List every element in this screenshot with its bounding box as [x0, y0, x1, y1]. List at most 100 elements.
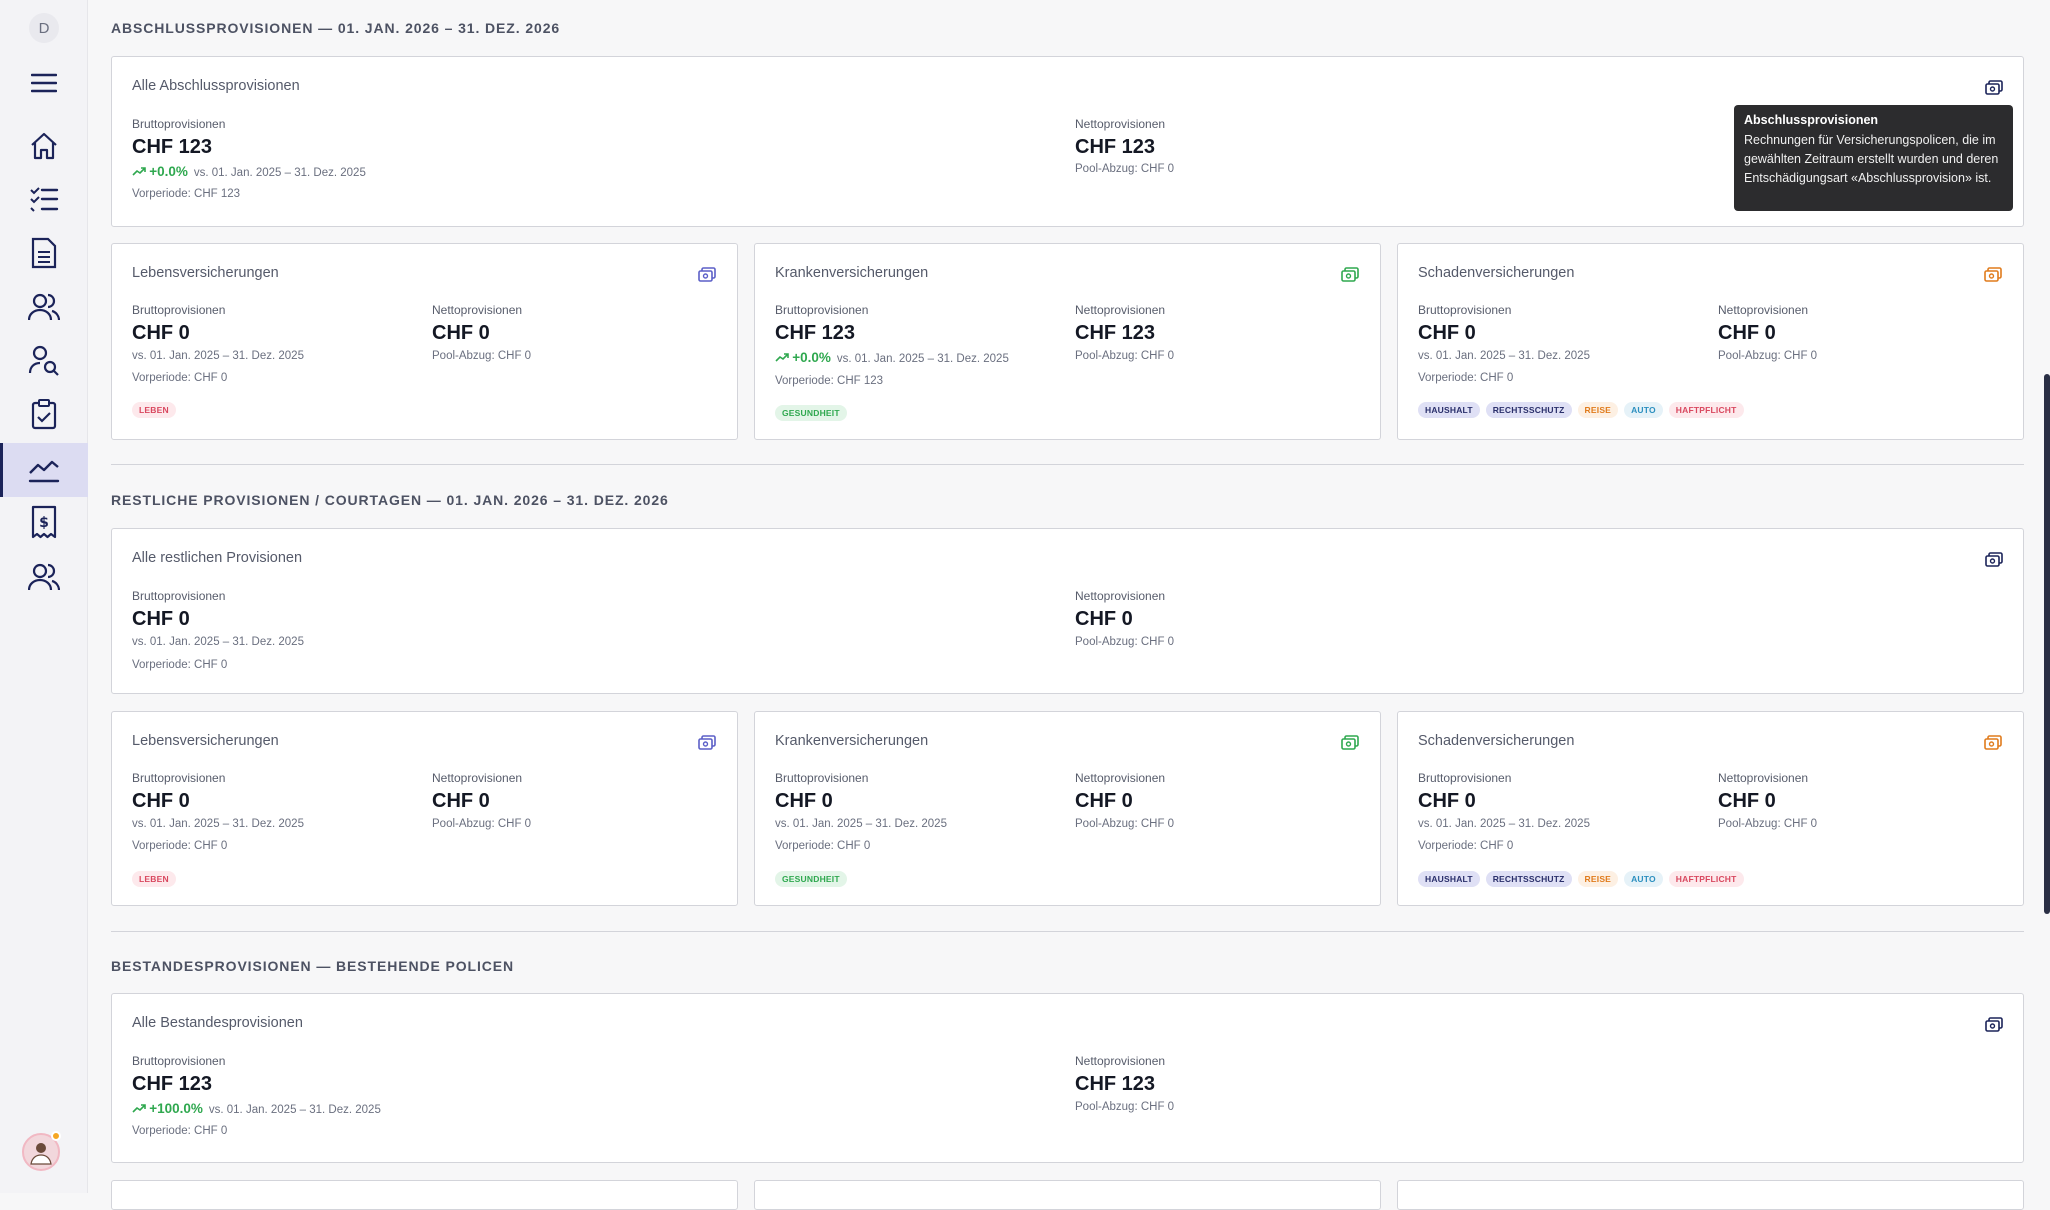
open-details-icon[interactable] [1983, 77, 2005, 99]
tag-list: HAUSHALT RECHTSSCHUTZ REISE AUTO HAFTPFL… [1418, 871, 1744, 887]
compare-period: vs. 01. Jan. 2025 – 31. Dez. 2025 [132, 818, 304, 830]
open-details-icon[interactable] [696, 264, 718, 286]
tag-list: GESUNDHEIT [775, 405, 847, 421]
open-details-icon[interactable] [1982, 264, 2004, 286]
previous-period: Vorperiode: CHF 0 [132, 659, 228, 671]
netto-label: Nettoprovisionen [1718, 771, 1809, 785]
brutto-value: CHF 0 [775, 790, 833, 812]
netto-label: Nettoprovisionen [432, 771, 523, 785]
previous-period: Vorperiode: CHF 0 [132, 840, 228, 852]
brutto-value: CHF 123 [132, 1073, 213, 1095]
tooltip-abschlussprovisionen: Abschlussprovisionen Rechnungen für Vers… [1734, 105, 2013, 211]
section-title-restliche: RESTLICHE PROVISIONEN / COURTAGEN — 01. … [111, 492, 669, 508]
open-details-icon[interactable] [1983, 549, 2005, 571]
netto-value: CHF 0 [1718, 322, 1776, 344]
netto-value: CHF 0 [1075, 790, 1133, 812]
svg-text:$: $ [39, 515, 49, 531]
open-details-icon[interactable] [1982, 732, 2004, 754]
card-title: Alle Bestandesprovisionen [132, 1015, 303, 1031]
compare-period: vs. 01. Jan. 2025 – 31. Dez. 2025 [193, 167, 366, 179]
pool-deduction: Pool-Abzug: CHF 0 [1075, 636, 1175, 648]
tag-leben: LEBEN [132, 871, 176, 887]
open-details-icon[interactable] [1339, 264, 1361, 286]
netto-label: Nettoprovisionen [432, 303, 523, 317]
card-lebensversicherungen: Lebensversicherungen Bruttoprovisionen C… [111, 243, 738, 440]
user-search-icon[interactable] [24, 341, 64, 381]
pool-deduction: Pool-Abzug: CHF 0 [1075, 350, 1175, 362]
tag-list: LEBEN [132, 871, 176, 887]
netto-label: Nettoprovisionen [1075, 771, 1166, 785]
chart-line-icon[interactable] [24, 450, 64, 490]
card-partial [754, 1180, 1381, 1210]
menu-icon[interactable] [24, 63, 64, 103]
brutto-label: Bruttoprovisionen [132, 771, 226, 785]
netto-label: Nettoprovisionen [1075, 589, 1166, 603]
card-title: Schadenversicherungen [1418, 265, 1575, 281]
brutto-label: Bruttoprovisionen [1418, 303, 1512, 317]
scrollbar-thumb[interactable] [2044, 374, 2050, 914]
card-title: Alle Abschlussprovisionen [132, 78, 300, 94]
pool-deduction: Pool-Abzug: CHF 0 [1075, 163, 1175, 175]
sidebar: D $ [0, 0, 88, 1193]
brutto-value: CHF 0 [132, 790, 190, 812]
tag-haftpflicht: HAFTPFLICHT [1668, 402, 1744, 418]
tag-gesundheit: GESUNDHEIT [775, 871, 847, 887]
user-initial-badge[interactable]: D [29, 13, 59, 43]
pool-deduction: Pool-Abzug: CHF 0 [432, 350, 532, 362]
document-icon[interactable] [24, 233, 64, 273]
netto-value: CHF 123 [1075, 322, 1156, 344]
tag-auto: AUTO [1624, 871, 1663, 887]
brutto-label: Bruttoprovisionen [132, 589, 226, 603]
section-title-bestandes: BESTANDESPROVISIONEN — BESTEHENDE POLICE… [111, 958, 515, 974]
card-title: Lebensversicherungen [132, 733, 279, 749]
brutto-value: CHF 0 [132, 322, 190, 344]
netto-value: CHF 123 [1075, 136, 1156, 158]
brutto-label: Bruttoprovisionen [132, 117, 226, 131]
clipboard-check-icon[interactable] [24, 394, 64, 434]
home-icon[interactable] [24, 126, 64, 166]
tag-haushalt: HAUSHALT [1418, 871, 1480, 887]
pool-deduction: Pool-Abzug: CHF 0 [1718, 818, 1818, 830]
open-details-icon[interactable] [696, 732, 718, 754]
compare-period: vs. 01. Jan. 2025 – 31. Dez. 2025 [1418, 350, 1590, 362]
card-title: Krankenversicherungen [775, 733, 929, 749]
brutto-trend: +0.0% vs. 01. Jan. 2025 – 31. Dez. 2025 [775, 350, 1009, 365]
card-lebensversicherungen: Lebensversicherungen Bruttoprovisionen C… [111, 711, 738, 906]
netto-label: Nettoprovisionen [1075, 117, 1166, 131]
tag-list: HAUSHALT RECHTSSCHUTZ REISE AUTO HAFTPFL… [1418, 402, 1744, 418]
brutto-trend: +0.0% vs. 01. Jan. 2025 – 31. Dez. 2025 [132, 164, 366, 179]
tag-list: LEBEN [132, 402, 176, 418]
notification-dot [51, 1131, 61, 1141]
tag-reise: REISE [1577, 402, 1619, 418]
pool-deduction: Pool-Abzug: CHF 0 [432, 818, 532, 830]
card-krankenversicherungen: Krankenversicherungen Bruttoprovisionen … [754, 711, 1381, 906]
receipt-icon[interactable]: $ [24, 502, 64, 542]
card-alle-restlichen-provisionen: Alle restlichen Provisionen Bruttoprovis… [111, 528, 2024, 694]
tag-gesundheit: GESUNDHEIT [775, 405, 847, 421]
card-title: Alle restlichen Provisionen [132, 550, 303, 566]
pool-deduction: Pool-Abzug: CHF 0 [1075, 1101, 1175, 1113]
compare-period: vs. 01. Jan. 2025 – 31. Dez. 2025 [775, 818, 947, 830]
open-details-icon[interactable] [1339, 732, 1361, 754]
card-title: Schadenversicherungen [1418, 733, 1575, 749]
tag-reise: REISE [1577, 871, 1619, 887]
trend-percent: +0.0% [149, 164, 188, 179]
compare-period: vs. 01. Jan. 2025 – 31. Dez. 2025 [132, 350, 304, 362]
card-schadenversicherungen: Schadenversicherungen Bruttoprovisionen … [1397, 711, 2024, 906]
trend-up-icon [132, 1104, 146, 1116]
users-icon[interactable] [24, 287, 64, 327]
active-nav-indicator [0, 443, 3, 497]
tag-leben: LEBEN [132, 402, 176, 418]
previous-period: Vorperiode: CHF 0 [1418, 840, 1514, 852]
compare-period: vs. 01. Jan. 2025 – 31. Dez. 2025 [836, 353, 1009, 365]
tasks-list-icon[interactable] [24, 179, 64, 219]
previous-period: Vorperiode: CHF 123 [132, 188, 241, 200]
previous-period: Vorperiode: CHF 123 [775, 375, 884, 387]
compare-period: vs. 01. Jan. 2025 – 31. Dez. 2025 [132, 636, 304, 648]
brutto-label: Bruttoprovisionen [1418, 771, 1512, 785]
team-icon[interactable] [24, 557, 64, 597]
tooltip-title: Abschlussprovisionen [1744, 113, 1879, 127]
open-details-icon[interactable] [1983, 1014, 2005, 1036]
card-schadenversicherungen: Schadenversicherungen Bruttoprovisionen … [1397, 243, 2024, 440]
previous-period: Vorperiode: CHF 0 [132, 372, 228, 384]
